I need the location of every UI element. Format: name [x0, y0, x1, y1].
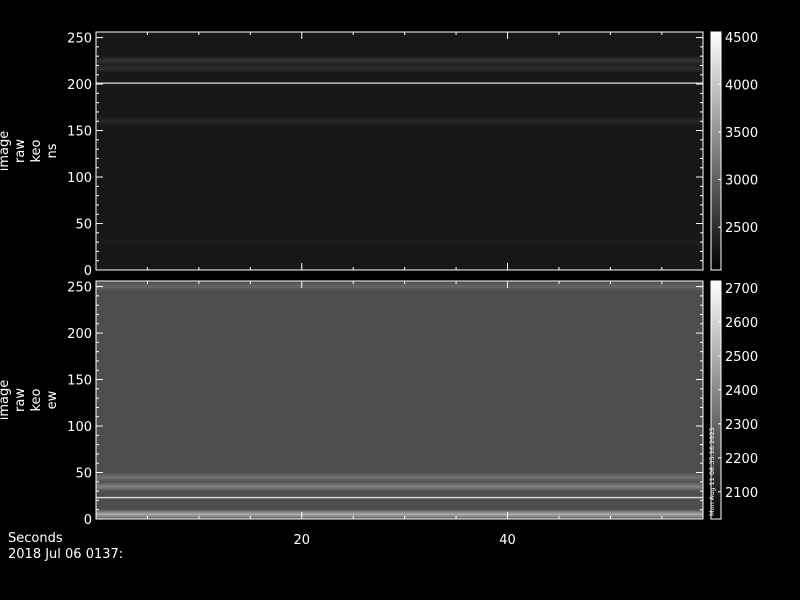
- colorbar-tick-label: 3500: [725, 126, 758, 141]
- y-tick-label: 200: [67, 327, 92, 342]
- colorbar-tick-label: 2300: [725, 418, 758, 433]
- keogram-panel-2: 0 50 100 150 200 250 20 40 image raw keo ew 2100 2200…: [0, 280, 758, 548]
- colorbar-tick-label: 2400: [725, 384, 758, 399]
- y-tick-label: 200: [67, 78, 92, 93]
- colorbar-tick-label: 4500: [725, 31, 758, 46]
- y-tick-label: 150: [67, 125, 92, 140]
- heatmap-band: [96, 481, 703, 492]
- x-tick-label: 20: [293, 533, 310, 548]
- keogram-figure: 050100150200250image raw keo ns250030003500…: [0, 31, 758, 548]
- colorbar-tick-label: 2500: [725, 221, 758, 236]
- y-axis-label-line: image: [0, 380, 12, 421]
- y-tick-label: 0: [84, 264, 92, 279]
- y-tick-label: 50: [75, 218, 92, 233]
- heatmap-band: [96, 281, 703, 292]
- y-axis-label-line: image: [0, 131, 12, 172]
- y-axis-label-line: raw: [13, 139, 28, 163]
- colorbar-tick-label: 2500: [725, 350, 758, 365]
- heatmap-band: [96, 237, 703, 248]
- colorbar-tick-label: 2700: [725, 282, 758, 297]
- y-axis-label-line: keo: [29, 139, 44, 162]
- colorbar-tick-label: 2600: [725, 316, 758, 331]
- keogram-panel-1: 0 50 100 150 200 250 image raw keo ns 2500 3000 3500…: [0, 31, 758, 279]
- colorbar-tick-label: 3000: [725, 174, 758, 189]
- y-axis-label-line: ns: [45, 143, 60, 158]
- heatmap-band: [96, 509, 703, 520]
- heatmap-band: [96, 496, 703, 499]
- heatmap-band: [96, 63, 703, 74]
- colorbar-annotation: Mon Aug 11 08:35:16 2025: [708, 427, 716, 516]
- y-tick-label: 50: [75, 467, 92, 482]
- heatmap-band: [96, 116, 703, 127]
- colorbar: [710, 31, 722, 271]
- y-tick-label: 250: [67, 32, 92, 47]
- heatmap-band: [96, 472, 703, 483]
- y-tick-label: 100: [67, 171, 92, 186]
- colorbar-tick-label: 4000: [725, 78, 758, 93]
- y-axis-label-line: ew: [45, 390, 60, 409]
- y-tick-label: 100: [67, 420, 92, 435]
- y-tick-label: 0: [84, 513, 92, 528]
- y-tick-label: 250: [67, 281, 92, 296]
- y-axis-label-line: raw: [13, 388, 28, 412]
- heatmap-band: [96, 81, 703, 85]
- date-stamp: 2018 Jul 06 0137:: [8, 547, 124, 562]
- x-tick-label: 40: [499, 533, 516, 548]
- x-axis-label: Seconds: [8, 531, 63, 546]
- colorbar-tick-label: 2200: [725, 452, 758, 467]
- y-tick-label: 150: [67, 374, 92, 389]
- y-axis-label-line: keo: [29, 388, 44, 411]
- colorbar-tick-label: 2100: [725, 486, 758, 501]
